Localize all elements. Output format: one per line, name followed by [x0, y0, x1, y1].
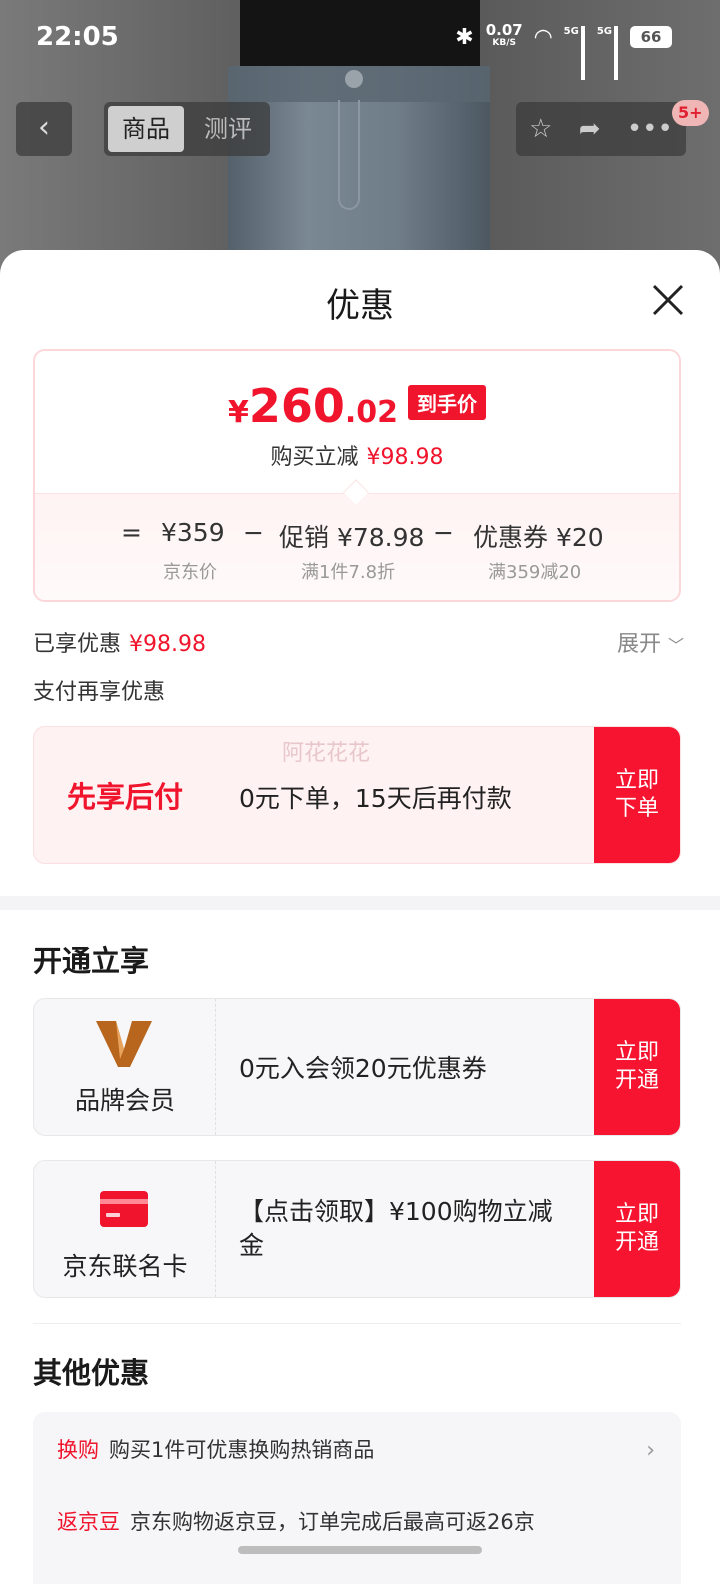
- credit-card-icon: [100, 1191, 148, 1227]
- tab-product[interactable]: 商品: [108, 106, 184, 152]
- divider: [33, 1323, 681, 1324]
- jd-card-label: 京东联名卡: [62, 1252, 188, 1281]
- instant-reduction: 购买立减 ¥98.98: [270, 445, 444, 470]
- wifi-icon: ◠: [534, 24, 552, 50]
- formula-equals: =: [121, 518, 142, 547]
- final-price-tag: 到手价: [408, 384, 487, 420]
- share-icon[interactable]: ➦: [579, 114, 601, 144]
- status-time: 22:05: [36, 22, 119, 52]
- price-card: ¥ 260 .02 到手价 购买立减 ¥98.98 = ¥359 京东价 − 促销…: [33, 349, 681, 602]
- order-now-button[interactable]: 立即 下单: [594, 727, 680, 863]
- other-item-exchange[interactable]: 换购 购买1件可优惠换购热销商品: [57, 1434, 374, 1464]
- bluetooth-icon: ✱: [455, 24, 474, 50]
- signal-5g-icon-2: 5G: [597, 26, 618, 80]
- chevron-down-icon: ﹀: [667, 636, 684, 655]
- bnpl-card[interactable]: 先享后付 阿花花花 0元下单，15天后再付款 立即 下单: [33, 726, 681, 864]
- open-section-title: 开通立享: [33, 944, 150, 978]
- open-card-button[interactable]: 立即 开通: [594, 1161, 680, 1297]
- price-formula: = ¥359 京东价 − 促销 ¥78.98 满1件7.8折 − 优惠券 ¥20…: [35, 493, 679, 600]
- back-button[interactable]: ‹: [16, 102, 72, 156]
- sheet-title: 优惠: [326, 286, 394, 326]
- top-actions: ☆ ➦ •••: [516, 102, 686, 156]
- star-icon[interactable]: ☆: [529, 114, 552, 144]
- home-indicator[interactable]: [238, 1546, 482, 1554]
- section-separator: [0, 896, 720, 910]
- brand-member-card[interactable]: 品牌会员 0元入会领20元优惠券 立即 开通: [33, 998, 681, 1136]
- formula-promo-value: 促销 ¥78.98: [279, 523, 425, 552]
- nav-tabs: 商品 测评: [104, 102, 270, 156]
- final-price: ¥ 260 .02 到手价: [35, 379, 679, 433]
- network-speed: 0.07 KB/S: [485, 21, 523, 49]
- bnpl-name: 先享后付: [66, 780, 183, 814]
- formula-coupon-label: 满359减20: [488, 562, 582, 583]
- signal-5g-icon: 5G: [564, 26, 585, 80]
- status-bar: 22:05 ✱ 0.07 KB/S ◠ 5G 5G 66: [0, 0, 720, 80]
- formula-base-value: ¥359: [161, 518, 225, 547]
- bnpl-desc: 0元下单，15天后再付款: [239, 784, 512, 813]
- brand-member-label: 品牌会员: [74, 1086, 175, 1115]
- formula-coupon-value: 优惠券 ¥20: [473, 523, 604, 552]
- expand-button[interactable]: 展开 ﹀: [617, 626, 684, 658]
- tab-review[interactable]: 测评: [190, 106, 266, 152]
- open-member-button[interactable]: 立即 开通: [594, 999, 680, 1135]
- chevron-right-icon: ›: [646, 1438, 655, 1463]
- watermark-text: 阿花花花: [282, 741, 371, 766]
- formula-base-label: 京东价: [163, 562, 217, 583]
- battery-icon: 66: [630, 26, 672, 48]
- jd-card-desc: 【点击领取】¥100购物立减 金: [239, 1197, 553, 1260]
- close-button[interactable]: [646, 278, 690, 322]
- formula-promo-label: 满1件7.8折: [301, 562, 396, 583]
- brand-member-desc: 0元入会领20元优惠券: [239, 1054, 487, 1083]
- other-item-jingdou[interactable]: 返京豆 京东购物返京豆，订单完成后最高可返26京: [57, 1506, 535, 1536]
- other-section-title: 其他优惠: [33, 1356, 150, 1390]
- discount-sheet: 优惠 ¥ 260 .02 到手价 购买立减 ¥98.98 = ¥359 京东价 −…: [0, 250, 720, 1584]
- close-icon: [652, 284, 684, 316]
- formula-minus-2: −: [433, 518, 454, 547]
- other-discounts-list: 换购 购买1件可优惠换购热销商品 › 返京豆 京东购物返京豆，订单完成后最高可返26…: [33, 1412, 681, 1584]
- formula-minus-1: −: [243, 518, 264, 547]
- enjoyed-discount: 已享优惠 ¥98.98: [33, 632, 206, 657]
- jd-cobrand-card[interactable]: 京东联名卡 【点击领取】¥100购物立减 金 立即 开通: [33, 1160, 681, 1298]
- pay-more-label: 支付再享优惠: [33, 680, 166, 705]
- brand-v-icon: [96, 1021, 152, 1067]
- message-badge: 5+: [672, 100, 709, 126]
- chevron-left-icon: ‹: [38, 110, 50, 145]
- more-icon[interactable]: •••: [627, 114, 673, 144]
